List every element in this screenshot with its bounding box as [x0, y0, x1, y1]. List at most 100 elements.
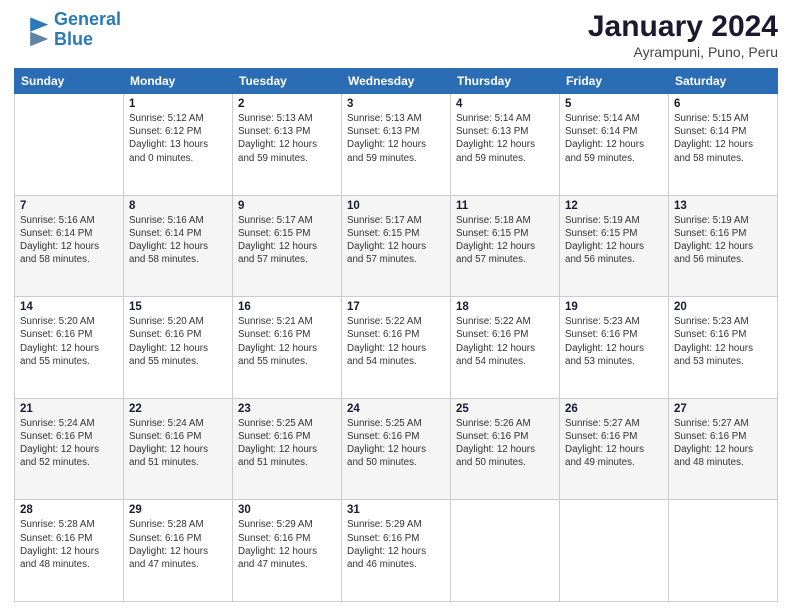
day-info: Sunrise: 5:27 AMSunset: 6:16 PMDaylight:… — [674, 417, 772, 470]
calendar-cell: 19 Sunrise: 5:23 AMSunset: 6:16 PMDayligh… — [560, 297, 669, 399]
day-number: 24 — [347, 403, 445, 415]
day-info: Sunrise: 5:26 AMSunset: 6:16 PMDaylight:… — [456, 417, 554, 470]
day-number: 30 — [238, 504, 336, 516]
day-number: 1 — [129, 98, 227, 110]
calendar-cell: 3Sunrise: 5:13 AMSunset: 6:13 PMDaylight… — [342, 94, 451, 196]
calendar-cell: 9 Sunrise: 5:17 AMSunset: 6:15 PMDaylight… — [233, 195, 342, 297]
calendar-cell: 16 Sunrise: 5:21 AMSunset: 6:16 PMDayligh… — [233, 297, 342, 399]
day-info: Sunrise: 5:21 AMSunset: 6:16 PMDaylight:… — [238, 315, 336, 368]
day-number: 10 — [347, 200, 445, 212]
day-info: Sunrise: 5:17 AMSunset: 6:15 PMDaylight:… — [347, 214, 445, 267]
day-number: 23 — [238, 403, 336, 415]
day-number: 29 — [129, 504, 227, 516]
week-row-4: 21 Sunrise: 5:24 AMSunset: 6:16 PMDayligh… — [15, 398, 778, 500]
calendar-cell: 23Sunrise: 5:25 AMSunset: 6:16 PMDayligh… — [233, 398, 342, 500]
calendar-cell: 14 Sunrise: 5:20 AMSunset: 6:16 PMDayligh… — [15, 297, 124, 399]
calendar-cell: 7 Sunrise: 5:16 AMSunset: 6:14 PMDaylight… — [15, 195, 124, 297]
day-number: 2 — [238, 98, 336, 110]
calendar-cell: 6 Sunrise: 5:15 AMSunset: 6:14 PMDaylight… — [669, 94, 778, 196]
calendar-cell — [560, 500, 669, 602]
calendar-body: 1 Sunrise: 5:12 AMSunset: 6:12 PMDaylight… — [15, 94, 778, 602]
day-number: 28 — [20, 504, 118, 516]
day-info: Sunrise: 5:29 AMSunset: 6:16 PMDaylight:… — [347, 518, 445, 571]
day-info: Sunrise: 5:17 AMSunset: 6:15 PMDaylight:… — [238, 214, 336, 267]
col-sunday: Sunday — [15, 69, 124, 94]
calendar-cell — [451, 500, 560, 602]
day-number: 16 — [238, 301, 336, 313]
day-number: 7 — [20, 200, 118, 212]
day-number: 8 — [129, 200, 227, 212]
day-info: Sunrise: 5:16 AMSunset: 6:14 PMDaylight:… — [129, 214, 227, 267]
calendar-cell: 29 Sunrise: 5:28 AMSunset: 6:16 PMDayligh… — [124, 500, 233, 602]
calendar-table: Sunday Monday Tuesday Wednesday Thursday… — [14, 68, 778, 602]
day-info: Sunrise: 5:15 AMSunset: 6:14 PMDaylight:… — [674, 112, 772, 165]
day-info: Sunrise: 5:14 AMSunset: 6:14 PMDaylight:… — [565, 112, 663, 165]
day-info: Sunrise: 5:28 AMSunset: 6:16 PMDaylight:… — [20, 518, 118, 571]
header-row: Sunday Monday Tuesday Wednesday Thursday… — [15, 69, 778, 94]
day-info: Sunrise: 5:13 AMSunset: 6:13 PMDaylight:… — [238, 112, 336, 165]
calendar-header: Sunday Monday Tuesday Wednesday Thursday… — [15, 69, 778, 94]
day-info: Sunrise: 5:20 AMSunset: 6:16 PMDaylight:… — [129, 315, 227, 368]
day-number: 31 — [347, 504, 445, 516]
day-info: Sunrise: 5:22 AMSunset: 6:16 PMDaylight:… — [456, 315, 554, 368]
day-info: Sunrise: 5:14 AMSunset: 6:13 PMDaylight:… — [456, 112, 554, 165]
day-info: Sunrise: 5:16 AMSunset: 6:14 PMDaylight:… — [20, 214, 118, 267]
calendar-cell: 18 Sunrise: 5:22 AMSunset: 6:16 PMDayligh… — [451, 297, 560, 399]
day-number: 21 — [20, 403, 118, 415]
title-block: January 2024 Ayrampuni, Puno, Peru — [588, 10, 778, 60]
week-row-1: 1 Sunrise: 5:12 AMSunset: 6:12 PMDaylight… — [15, 94, 778, 196]
col-wednesday: Wednesday — [342, 69, 451, 94]
calendar-cell: 20Sunrise: 5:23 AMSunset: 6:16 PMDayligh… — [669, 297, 778, 399]
day-number: 19 — [565, 301, 663, 313]
col-monday: Monday — [124, 69, 233, 94]
day-number: 17 — [347, 301, 445, 313]
day-info: Sunrise: 5:18 AMSunset: 6:15 PMDaylight:… — [456, 214, 554, 267]
calendar-cell: 31 Sunrise: 5:29 AMSunset: 6:16 PMDayligh… — [342, 500, 451, 602]
col-thursday: Thursday — [451, 69, 560, 94]
day-info: Sunrise: 5:24 AMSunset: 6:16 PMDaylight:… — [129, 417, 227, 470]
calendar-cell: 15 Sunrise: 5:20 AMSunset: 6:16 PMDayligh… — [124, 297, 233, 399]
calendar-cell: 26Sunrise: 5:27 AMSunset: 6:16 PMDayligh… — [560, 398, 669, 500]
calendar-cell: 17Sunrise: 5:22 AMSunset: 6:16 PMDayligh… — [342, 297, 451, 399]
day-number: 12 — [565, 200, 663, 212]
col-tuesday: Tuesday — [233, 69, 342, 94]
day-info: Sunrise: 5:20 AMSunset: 6:16 PMDaylight:… — [20, 315, 118, 368]
week-row-2: 7 Sunrise: 5:16 AMSunset: 6:14 PMDaylight… — [15, 195, 778, 297]
day-number: 15 — [129, 301, 227, 313]
calendar-cell: 21 Sunrise: 5:24 AMSunset: 6:16 PMDayligh… — [15, 398, 124, 500]
day-info: Sunrise: 5:27 AMSunset: 6:16 PMDaylight:… — [565, 417, 663, 470]
day-number: 9 — [238, 200, 336, 212]
calendar-cell: 2 Sunrise: 5:13 AMSunset: 6:13 PMDaylight… — [233, 94, 342, 196]
day-number: 14 — [20, 301, 118, 313]
day-number: 25 — [456, 403, 554, 415]
day-info: Sunrise: 5:29 AMSunset: 6:16 PMDaylight:… — [238, 518, 336, 571]
day-info: Sunrise: 5:25 AMSunset: 6:16 PMDaylight:… — [347, 417, 445, 470]
page-title: January 2024 — [588, 10, 778, 44]
day-number: 22 — [129, 403, 227, 415]
calendar-cell — [669, 500, 778, 602]
logo-icon — [14, 12, 50, 48]
page-subtitle: Ayrampuni, Puno, Peru — [588, 44, 778, 60]
calendar-cell: 1 Sunrise: 5:12 AMSunset: 6:12 PMDaylight… — [124, 94, 233, 196]
day-info: Sunrise: 5:19 AMSunset: 6:16 PMDaylight:… — [674, 214, 772, 267]
logo-general: General — [54, 9, 121, 29]
page: General Blue January 2024 Ayrampuni, Pun… — [0, 0, 792, 612]
day-number: 4 — [456, 98, 554, 110]
calendar-cell — [15, 94, 124, 196]
logo-text: General Blue — [54, 10, 121, 50]
day-number: 27 — [674, 403, 772, 415]
day-number: 6 — [674, 98, 772, 110]
calendar-cell: 5Sunrise: 5:14 AMSunset: 6:14 PMDaylight… — [560, 94, 669, 196]
week-row-5: 28 Sunrise: 5:28 AMSunset: 6:16 PMDayligh… — [15, 500, 778, 602]
day-info: Sunrise: 5:23 AMSunset: 6:16 PMDaylight:… — [565, 315, 663, 368]
day-number: 11 — [456, 200, 554, 212]
logo-blue: Blue — [54, 30, 121, 50]
calendar-cell: 12Sunrise: 5:19 AMSunset: 6:15 PMDayligh… — [560, 195, 669, 297]
day-info: Sunrise: 5:24 AMSunset: 6:16 PMDaylight:… — [20, 417, 118, 470]
day-info: Sunrise: 5:28 AMSunset: 6:16 PMDaylight:… — [129, 518, 227, 571]
day-info: Sunrise: 5:12 AMSunset: 6:12 PMDaylight:… — [129, 112, 227, 165]
day-number: 18 — [456, 301, 554, 313]
calendar-cell: 11 Sunrise: 5:18 AMSunset: 6:15 PMDayligh… — [451, 195, 560, 297]
calendar-cell: 25 Sunrise: 5:26 AMSunset: 6:16 PMDayligh… — [451, 398, 560, 500]
day-number: 13 — [674, 200, 772, 212]
